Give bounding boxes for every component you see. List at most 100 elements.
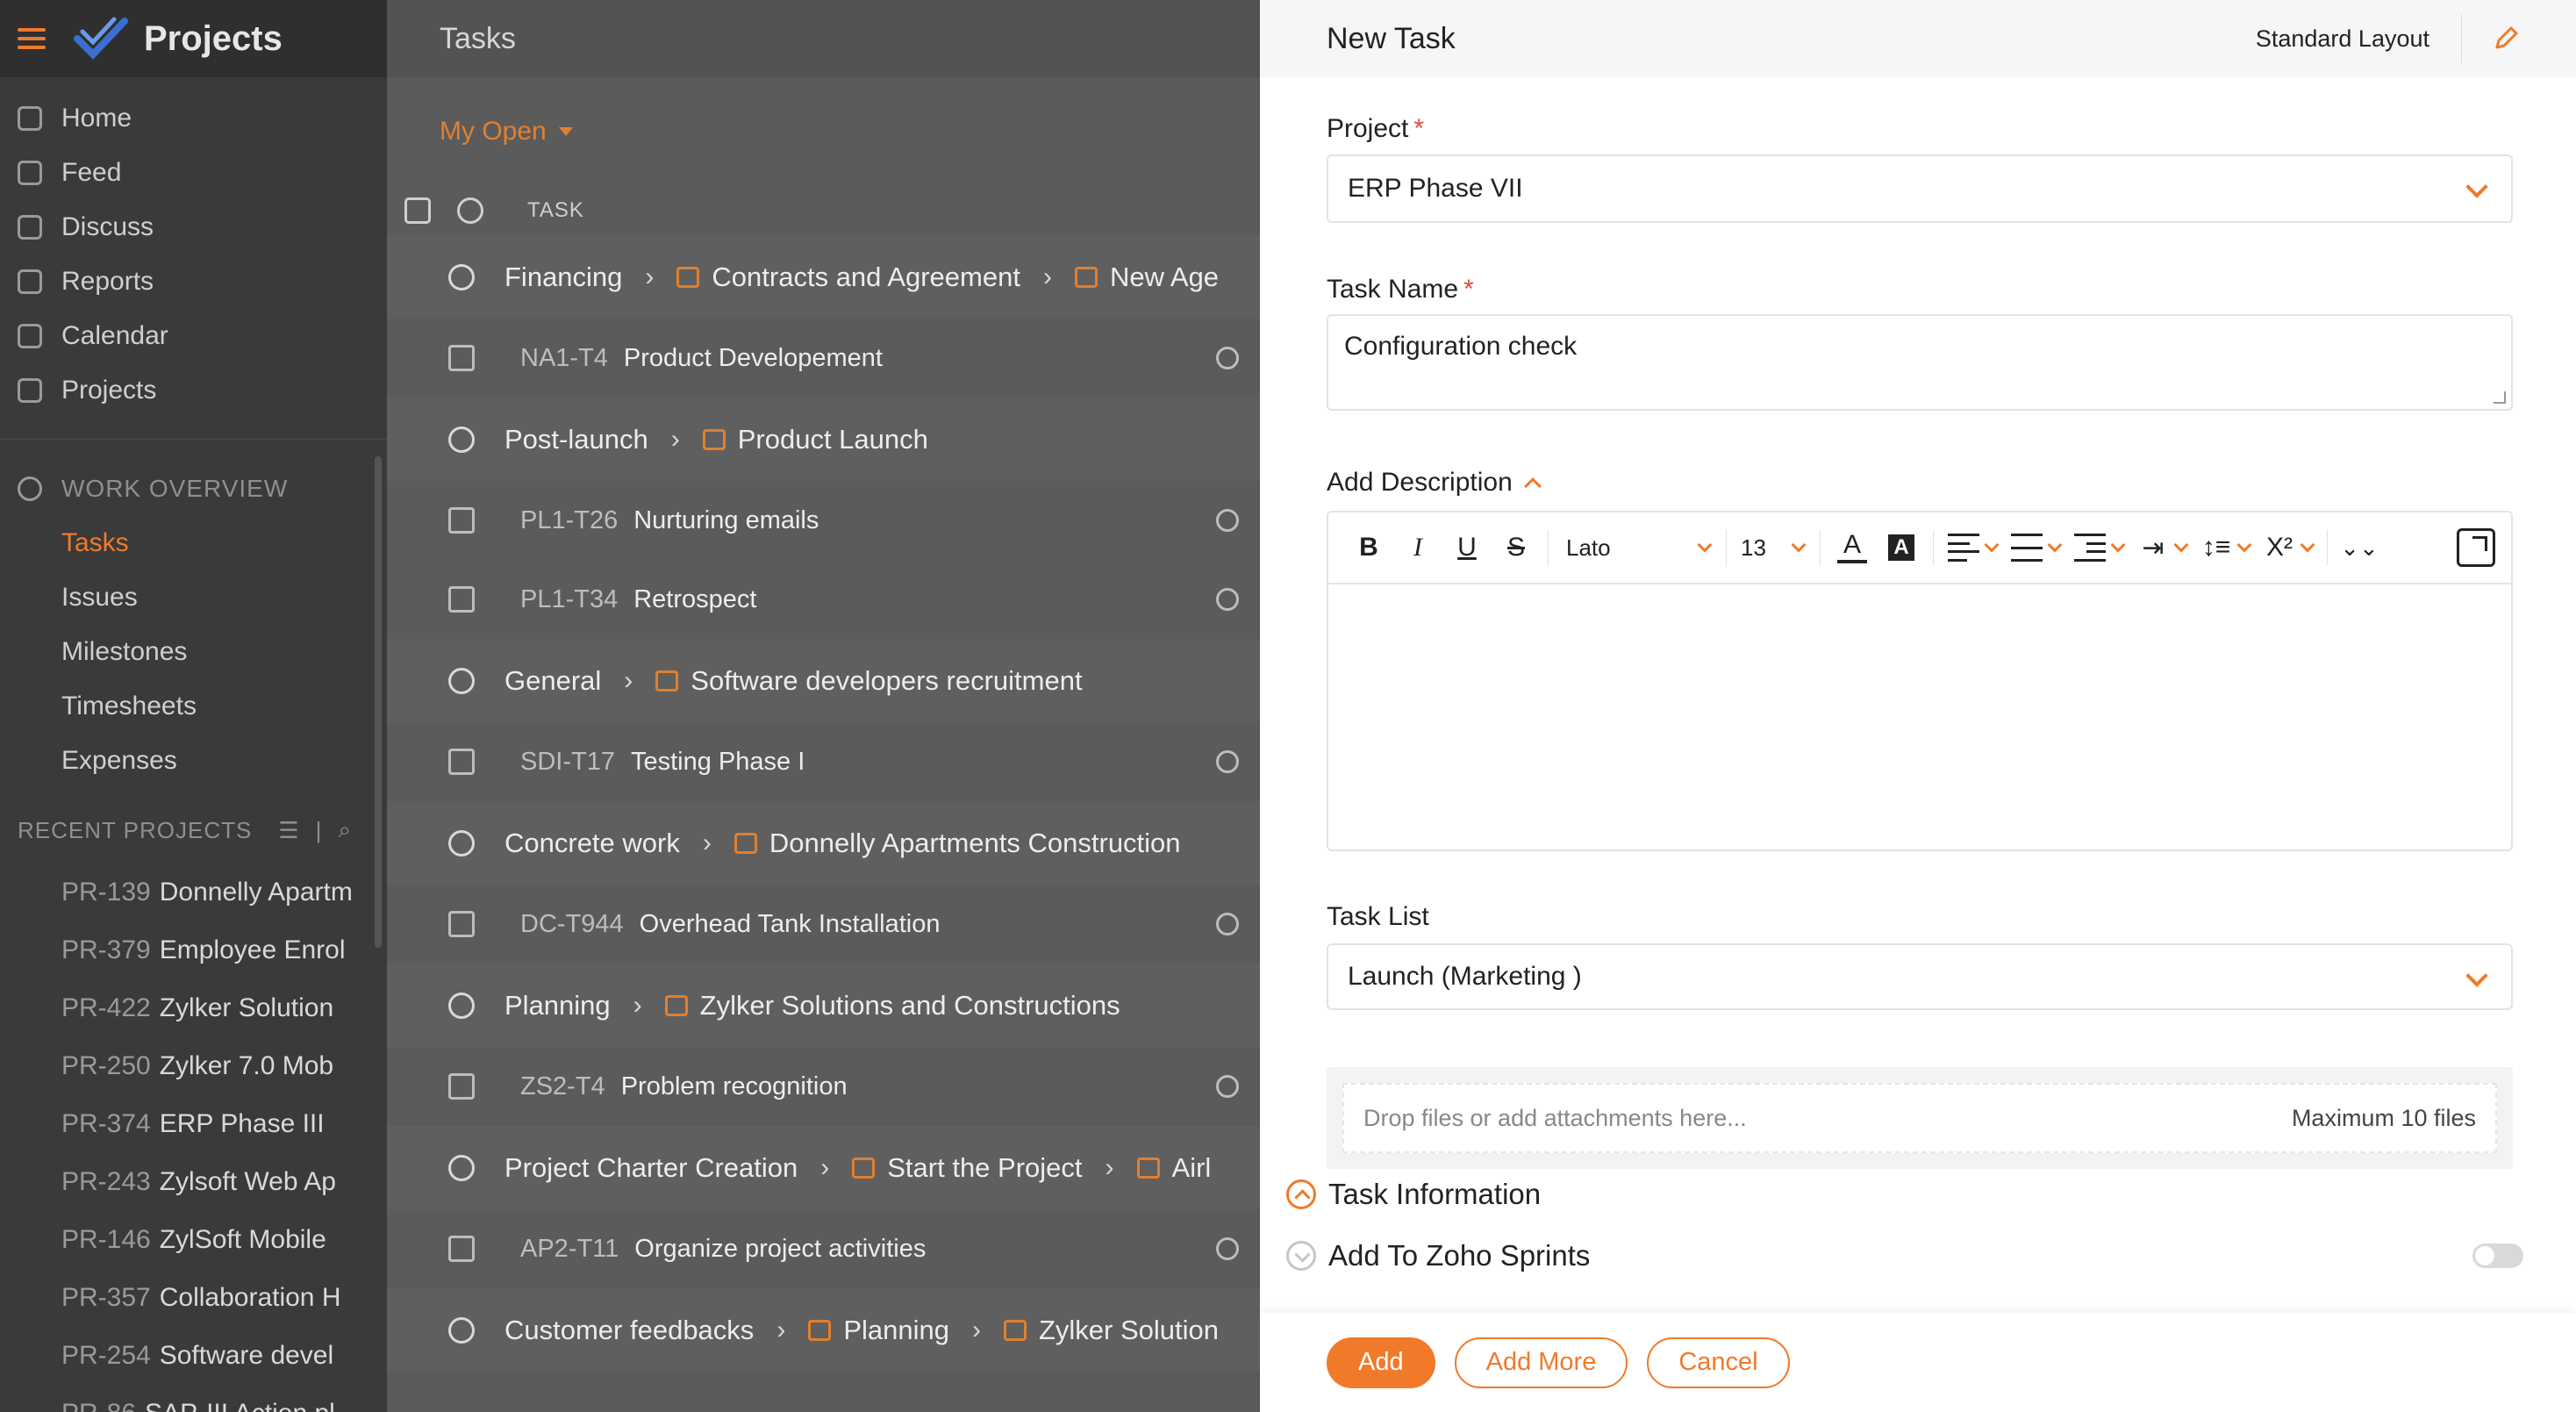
layout-settings-icon[interactable] (404, 197, 431, 224)
collapse-group-icon[interactable] (448, 667, 475, 694)
collapse-group-icon[interactable] (448, 992, 475, 1019)
task-checkbox[interactable] (448, 586, 475, 613)
sidebar-scrollbar[interactable] (375, 456, 382, 948)
recent-project-item[interactable]: PR-243 Zylsoft Web Ap (0, 1153, 387, 1211)
sidebar-item-discuss[interactable]: Discuss (0, 200, 387, 254)
line-height-dropdown[interactable]: ↕≡ (2193, 521, 2257, 574)
sidebar-item-reports[interactable]: Reports (0, 254, 387, 309)
breadcrumb-segment[interactable]: Project Charter Creation (504, 1152, 798, 1184)
task-name[interactable]: Product Developement (624, 344, 883, 373)
collapse-group-icon[interactable] (448, 263, 475, 290)
breadcrumb-segment[interactable]: Customer feedbacks (504, 1315, 754, 1346)
task-group-header[interactable]: General › Software developers recruitment (387, 639, 1260, 722)
project-select[interactable]: ERP Phase VII (1327, 154, 2513, 223)
task-group-header[interactable]: Concrete work › Donnelly Apartments Constr… (387, 801, 1260, 885)
text-direction-dropdown[interactable]: ⇥ (2130, 521, 2193, 574)
task-checkbox[interactable] (448, 345, 475, 371)
task-row[interactable]: NA1-T4 Product Developement (387, 319, 1260, 398)
task-row[interactable]: DC-T944 Overhead Tank Installation (387, 885, 1260, 964)
font-size-select[interactable]: 13 (1734, 534, 1813, 562)
task-name[interactable]: Organize project activities (634, 1235, 926, 1264)
recent-project-item[interactable]: PR-422 Zylker Solution (0, 979, 387, 1037)
work-overview-section[interactable]: WORK OVERVIEW (0, 439, 387, 516)
underline-button[interactable]: U (1442, 521, 1492, 574)
recent-project-item[interactable]: PR-139 Donnelly Apartm (0, 864, 387, 921)
task-checkbox[interactable] (448, 1236, 475, 1262)
italic-button[interactable]: I (1393, 521, 1442, 574)
recent-project-item[interactable]: PR-374 ERP Phase III (0, 1095, 387, 1153)
task-group-header[interactable]: Financing › Contracts and Agreement › New Ag… (387, 235, 1260, 319)
list-dropdown[interactable] (2004, 521, 2067, 574)
search-icon[interactable]: ⌕ (338, 816, 352, 844)
sidebar-item-milestones[interactable]: Milestones (0, 625, 387, 679)
strikethrough-button[interactable]: S (1492, 521, 1541, 574)
breadcrumb-segment[interactable]: Software developers recruitment (655, 665, 1083, 697)
attachment-dropzone[interactable]: Drop files or add attachments here... Ma… (1327, 1067, 2513, 1169)
recent-project-item[interactable]: PR-357 Collaboration H (0, 1269, 387, 1327)
sidebar-item-expenses[interactable]: Expenses (0, 734, 387, 788)
attachment-dropzone-inner[interactable]: Drop files or add attachments here... Ma… (1342, 1083, 2497, 1153)
resize-grip-icon[interactable] (2494, 391, 2506, 404)
sidebar-item-calendar[interactable]: Calendar (0, 309, 387, 363)
breadcrumb-segment[interactable]: Start the Project (852, 1152, 1083, 1184)
task-group-header[interactable]: Post-launch › Product Launch (387, 398, 1260, 481)
task-row[interactable]: ZS2-T4 Problem recognition (387, 1047, 1260, 1126)
task-checkbox[interactable] (448, 749, 475, 775)
task-row[interactable]: SDI-T17 Testing Phase I (387, 722, 1260, 801)
task-checkbox[interactable] (448, 1073, 475, 1100)
task-checkbox[interactable] (448, 911, 475, 937)
indent-dropdown[interactable] (2067, 521, 2130, 574)
recent-project-item[interactable]: PR-250 Zylker 7.0 Mob (0, 1037, 387, 1095)
layout-selector[interactable]: Standard Layout (2256, 14, 2462, 63)
task-name[interactable]: Nurturing emails (633, 506, 819, 535)
task-group-header[interactable]: Customer feedbacks › Planning › Zylker Solut… (387, 1288, 1260, 1372)
task-name[interactable]: Retrospect (633, 585, 756, 614)
breadcrumb-segment[interactable]: Airl (1136, 1152, 1211, 1184)
sidebar-item-feed[interactable]: Feed (0, 146, 387, 200)
recent-project-item[interactable]: PR-86 SAP-III Action pl (0, 1385, 387, 1412)
task-row[interactable]: AP2-T11 Organize project activities (387, 1209, 1260, 1288)
bold-button[interactable]: B (1344, 521, 1393, 574)
breadcrumb-segment[interactable]: Contracts and Agreement (676, 262, 1020, 293)
task-list-select[interactable]: Launch (Marketing ) (1327, 943, 2513, 1010)
task-group-header[interactable]: Planning › Zylker Solutions and Constructi… (387, 964, 1260, 1047)
breadcrumb-segment[interactable]: General (504, 665, 601, 697)
superscript-dropdown[interactable]: X² (2257, 521, 2320, 574)
add-description-toggle[interactable]: Add Description (1327, 468, 1542, 498)
task-checkbox[interactable] (448, 507, 475, 534)
add-more-button[interactable]: Add More (1454, 1337, 1628, 1388)
zoho-sprints-toggle[interactable] (2472, 1244, 2523, 1268)
sidebar-item-timesheets[interactable]: Timesheets (0, 679, 387, 734)
filter-icon[interactable]: ☰ (278, 817, 299, 844)
breadcrumb-segment[interactable]: Donnelly Apartments Construction (733, 828, 1181, 859)
more-tools-icon[interactable]: ⌄⌄ (2335, 521, 2384, 574)
zoho-sprints-section[interactable]: Add To Zoho Sprints (1286, 1239, 2523, 1272)
breadcrumb-segment[interactable]: Zylker Solutions and Constructions (664, 990, 1120, 1021)
collapse-group-icon[interactable] (448, 1154, 475, 1181)
recent-project-item[interactable]: PR-379 Employee Enrol (0, 921, 387, 979)
breadcrumb-segment[interactable]: Financing (504, 262, 622, 293)
task-information-section[interactable]: Task Information (1286, 1178, 2523, 1211)
highlight-button[interactable]: A (1877, 521, 1926, 574)
task-row[interactable]: PL1-T34 Retrospect (387, 560, 1260, 639)
collapse-group-icon[interactable] (448, 426, 475, 453)
edit-pencil-icon[interactable] (2488, 21, 2523, 56)
breadcrumb-segment[interactable]: Concrete work (504, 828, 680, 859)
task-name[interactable]: Testing Phase I (631, 748, 805, 777)
font-color-button[interactable]: A (1828, 521, 1877, 574)
description-edit-area[interactable] (1328, 584, 2511, 848)
sidebar-item-home[interactable]: Home (0, 91, 387, 146)
sidebar-item-issues[interactable]: Issues (0, 570, 387, 625)
collapse-group-icon[interactable] (448, 1316, 475, 1344)
align-dropdown[interactable] (1941, 521, 2004, 574)
breadcrumb-segment[interactable]: New Age (1074, 262, 1219, 293)
recent-project-item[interactable]: PR-146 ZylSoft Mobile (0, 1211, 387, 1269)
breadcrumb-segment[interactable]: Post-launch (504, 424, 648, 455)
task-group-header[interactable]: Project Charter Creation › Start the Proje… (387, 1126, 1260, 1209)
font-family-select[interactable]: Lato (1556, 534, 1719, 562)
cancel-button[interactable]: Cancel (1647, 1337, 1790, 1388)
task-name-input[interactable]: Configuration check (1327, 314, 2513, 411)
recent-project-item[interactable]: PR-254 Software devel (0, 1327, 387, 1385)
sidebar-item-tasks[interactable]: Tasks (0, 516, 387, 570)
task-name[interactable]: Problem recognition (621, 1072, 848, 1101)
